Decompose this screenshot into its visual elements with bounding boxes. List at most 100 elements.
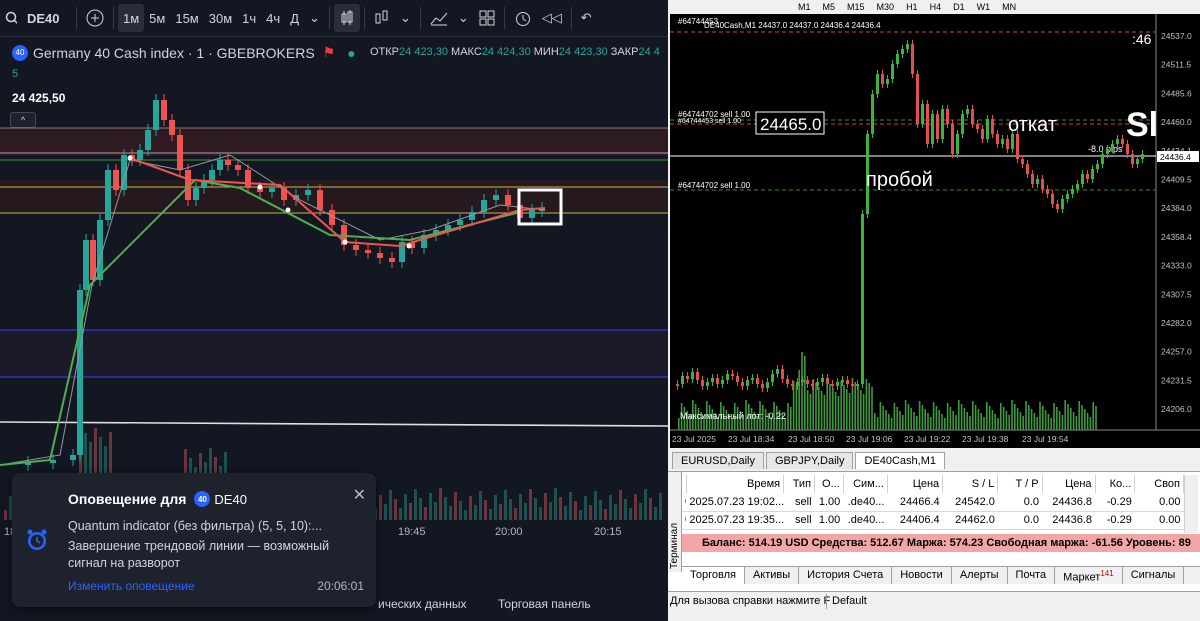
chevron-down-icon[interactable]: ⌄ [453,4,474,32]
volume-bar [539,507,542,520]
max-lot-label: Максимальный лот: -0.22 [680,411,786,421]
scrollbar[interactable] [1184,475,1198,533]
candle-body [1091,169,1094,179]
volume-bar [554,488,557,520]
volume-bar [843,385,845,430]
candle-body [756,378,759,384]
tf-button[interactable]: W1 [971,2,997,12]
tf-button[interactable]: MN [996,2,1022,12]
tf-15m[interactable]: 15м [170,4,203,32]
tf-button[interactable]: M1 [792,2,817,12]
tf-1m[interactable]: 1м [118,4,145,32]
column-header[interactable]: Тип [783,475,816,493]
volume-bar [1030,409,1033,430]
bars-icon[interactable] [369,4,395,32]
tab-history[interactable]: ических данных [378,597,466,611]
column-header[interactable]: Ко... [1095,475,1136,493]
terminal-tab[interactable]: История Счета [799,567,893,584]
volume-bar [479,491,482,520]
candle-body [161,100,167,120]
column-header[interactable]: S / L [942,475,999,493]
column-header[interactable]: Сим... [843,475,888,493]
add-symbol-icon[interactable] [81,4,109,32]
volume-bar [862,394,865,430]
terminal-tab[interactable]: Торговля [682,567,745,584]
tf-5m[interactable]: 5м [144,4,170,32]
order-cell: 24462.0 [942,511,998,530]
volume-bar [379,495,382,520]
tf-4h[interactable]: 4ч [261,4,285,32]
indicators-icon[interactable] [425,4,453,32]
chevron-down-icon[interactable]: ⌄ [304,4,325,32]
candle-body [926,104,929,144]
terminal-tab[interactable]: Алерты [952,567,1008,584]
tf-30m[interactable]: 30м [204,4,237,32]
tab-trading-panel[interactable]: Торговая панель [498,597,591,611]
candles-icon[interactable] [333,4,360,32]
candle-body [731,374,734,376]
tf-button[interactable]: D1 [947,2,971,12]
volume-bar [419,498,422,520]
volume-bar [966,412,968,430]
replay-icon[interactable]: ◁◁ [537,4,567,32]
chart-tab[interactable]: GBPJPY,Daily [765,452,854,469]
candle-body [1031,174,1034,184]
volume-bar [1078,401,1080,430]
terminal-tab[interactable]: Активы [745,567,800,584]
candle-body [861,214,864,384]
volume-bar [484,500,487,520]
order-cell: .de40... [843,511,888,530]
alert-icon[interactable] [509,4,537,32]
symbol-name[interactable]: DE40 [22,4,72,32]
tf-button[interactable]: M15 [841,2,871,12]
terminal-tab[interactable]: Маркет141 [1055,567,1123,584]
candle-body [113,170,119,190]
volume-bar [932,402,935,430]
volume-bar [549,502,552,520]
volume-bar [1047,414,1050,430]
volume-bar [837,396,840,430]
edit-alert-link[interactable]: Изменить оповещение [68,579,195,593]
volume-bar [1019,412,1022,430]
column-header[interactable]: Цена [1042,475,1096,493]
tf-d[interactable]: Д [285,4,304,32]
terminal-tab[interactable]: Почта [1008,567,1056,584]
volume-bar [564,506,567,520]
pivot-marker [406,243,412,249]
time-tick: 23 Jul 2025 [672,434,716,444]
tf-button[interactable]: H1 [900,2,924,12]
column-header[interactable]: Цена [887,475,944,493]
candle-body [741,382,744,386]
column-header[interactable]: О... [814,475,844,493]
column-header[interactable]: Время [686,475,785,493]
column-header[interactable]: Своп [1134,475,1184,493]
terminal-tab[interactable]: Новости [892,567,952,584]
chart-tab[interactable]: EURUSD,Daily [672,452,764,469]
terminal-tab[interactable]: Сигналы [1123,567,1185,584]
volume-bar [389,490,392,520]
volume-bar [790,407,792,430]
close-icon[interactable]: ✕ [353,485,366,505]
pullback-label: откат [1008,114,1057,136]
tv-price-chart[interactable] [0,60,668,520]
column-header[interactable]: T / P [997,475,1043,493]
chevron-down-icon[interactable]: ⌄ [395,4,416,32]
pivot-marker [127,155,133,161]
candle-body [377,253,383,258]
volume-bar [1086,413,1089,430]
order-row[interactable]: 2025.07.23 19:35... sell 1.00 .de40... 24406… [682,511,1184,530]
tf-button[interactable]: M5 [817,2,842,12]
price-tick: 24409.5 [1161,175,1192,185]
mt-price-chart[interactable]: 24537.024511.524485.624460.024434.124409… [670,14,1200,448]
undo-icon[interactable]: ↶ [576,4,597,32]
chart-tab-active[interactable]: DE40Cash,M1 [855,452,946,469]
search-icon[interactable] [0,4,22,32]
tf-button[interactable]: H4 [924,2,948,12]
layout-grid-icon[interactable] [474,4,500,32]
candle-body [951,124,954,154]
tv-toolbar: DE40 1м 5м 15м 30м 1ч 4ч Д ⌄ ⌄ ⌄ ◁◁ ↶ [0,0,668,37]
tf-1h[interactable]: 1ч [237,4,261,32]
notification-line: Quantum indicator (без фильтра) (5, 5, 1… [68,519,322,533]
tf-button[interactable]: M30 [871,2,901,12]
order-row[interactable]: 2025.07.23 19:02... sell 1.00 .de40... 24466… [682,493,1184,512]
